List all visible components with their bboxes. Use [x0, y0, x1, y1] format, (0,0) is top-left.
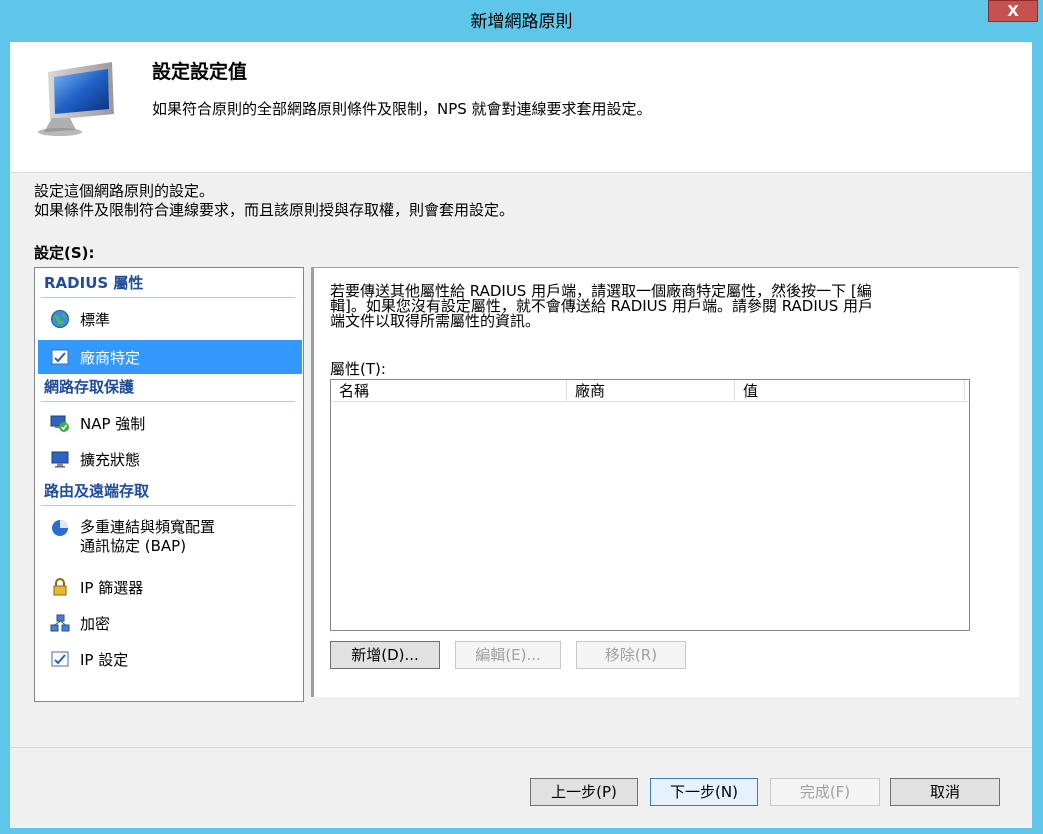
checklist-icon [50, 649, 70, 669]
checklist-icon [50, 347, 70, 367]
globe-icon [50, 309, 70, 329]
sidebar-item-standard[interactable]: 標準 [38, 302, 302, 336]
sidebar-item-label: 多重連結與頻寬配置 通訊協定 (BAP) [80, 518, 216, 555]
page-description: 如果符合原則的全部網路原則條件及限制，NPS 就會對連線要求套用設定。 [152, 100, 652, 118]
intro-text: 設定這個網路原則的設定。 如果條件及限制符合連線要求，而且該原則授與存取權，則會… [34, 182, 514, 220]
sidebar-item-label: 加密 [80, 614, 111, 633]
settings-label: 設定(S): [34, 244, 95, 262]
sidebar-item-nap-enforcement[interactable]: NAP 強制 [38, 406, 302, 440]
lock-icon [50, 577, 70, 597]
intro-line-2: 如果條件及限制符合連線要求，而且該原則授與存取權，則會套用設定。 [34, 201, 515, 219]
vendor-specific-panel: 若要傳送其他屬性給 RADIUS 用戶端，請選取一個廠商特定屬性，然後按一下 [… [311, 267, 1019, 697]
window-title: 新增網路原則 [470, 12, 573, 32]
attributes-label: 屬性(T): [330, 360, 386, 378]
title-bar[interactable]: 新增網路原則 X [0, 0, 1043, 38]
category-radius: RADIUS 屬性 [41, 272, 295, 298]
monitor-icon [50, 449, 70, 469]
column-header-name[interactable]: 名稱 [331, 380, 567, 401]
dialog-window: 新增網路原則 X 設定設定值 如果符合原則的全部網路原則條件及限制，NPS 就會… [0, 0, 1043, 834]
network-icon [50, 613, 70, 633]
sidebar-item-ip-settings[interactable]: IP 設定 [38, 642, 302, 676]
footer-divider [10, 747, 1032, 748]
panel-description: 若要傳送其他屬性給 RADIUS 用戶端，請選取一個廠商特定屬性，然後按一下 [… [330, 282, 874, 330]
sidebar-item-label: 廠商特定 [80, 348, 141, 367]
sidebar-item-extended-state[interactable]: 擴充狀態 [38, 442, 302, 476]
add-button[interactable]: 新增(D)... [330, 641, 440, 669]
page-title: 設定設定值 [152, 61, 248, 83]
column-header-value[interactable]: 值 [735, 380, 965, 401]
sidebar-item-label: 擴充狀態 [80, 450, 141, 469]
attributes-header: 名稱 廠商 值 [331, 380, 969, 402]
intro-line-1: 設定這個網路原則的設定。 [34, 182, 215, 200]
category-nap: 網路存取保護 [41, 376, 295, 402]
next-button[interactable]: 下一步(N) [650, 778, 758, 806]
edit-button[interactable]: 編輯(E)... [455, 641, 561, 669]
pie-icon [50, 518, 70, 538]
wizard-header: 設定設定值 如果符合原則的全部網路原則條件及限制，NPS 就會對連線要求套用設定… [10, 42, 1032, 173]
column-header-vendor[interactable]: 廠商 [567, 380, 735, 401]
computer-monitor-icon [38, 62, 114, 136]
category-routing: 路由及遠端存取 [41, 480, 295, 506]
settings-tree[interactable]: RADIUS 屬性 標準 廠商特定 網路存取保護 NAP 強制 擴充狀態 路由及… [34, 267, 304, 702]
finish-button[interactable]: 完成(F) [770, 778, 880, 806]
back-button[interactable]: 上一步(P) [530, 778, 638, 806]
client-area: 設定設定值 如果符合原則的全部網路原則條件及限制，NPS 就會對連線要求套用設定… [10, 42, 1032, 828]
sidebar-item-label: IP 篩選器 [80, 578, 144, 597]
sidebar-item-encryption[interactable]: 加密 [38, 606, 302, 640]
close-button[interactable]: X [988, 0, 1038, 22]
sidebar-item-bap[interactable]: 多重連結與頻寬配置 通訊協定 (BAP) [38, 510, 302, 562]
sidebar-item-label: IP 設定 [80, 650, 129, 669]
cancel-button[interactable]: 取消 [890, 778, 1000, 806]
sidebar-item-label: NAP 強制 [80, 414, 146, 433]
nap-icon [50, 413, 70, 433]
sidebar-item-ip-filter[interactable]: IP 篩選器 [38, 570, 302, 604]
remove-button[interactable]: 移除(R) [576, 641, 686, 669]
sidebar-item-label: 標準 [80, 310, 111, 329]
attributes-list[interactable]: 名稱 廠商 值 [330, 379, 970, 631]
sidebar-item-vendor-specific[interactable]: 廠商特定 [38, 340, 302, 374]
